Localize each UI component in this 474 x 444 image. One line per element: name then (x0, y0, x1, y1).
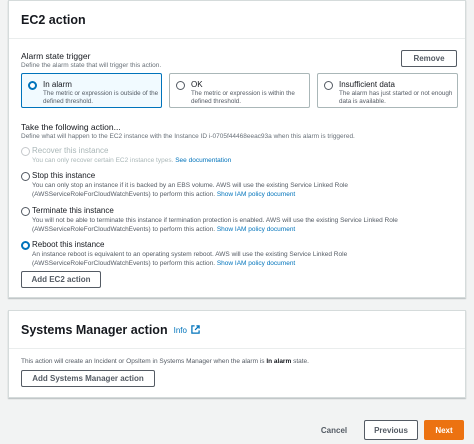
option-description: You can only recover certain EC2 instanc… (32, 157, 462, 166)
option-description-text: You will not be able to terminate this i… (32, 217, 398, 233)
take-action-description: Define what will happen to the EC2 insta… (21, 133, 355, 140)
option-description-text: You can only recover certain EC2 instanc… (32, 157, 174, 164)
remove-button[interactable]: Remove (401, 50, 457, 67)
option-stop-instance[interactable]: Stop this instance You can only stop an … (21, 171, 451, 201)
option-label: Reboot this instance (32, 240, 105, 249)
ec2-action-panel: EC2 action Alarm state trigger Define th… (8, 0, 466, 298)
terminate-radio[interactable] (21, 207, 30, 216)
tile-in-alarm[interactable]: In alarm The metric or expression is out… (21, 73, 162, 108)
alarm-state-trigger-description: Define the alarm state that will trigger… (21, 62, 162, 69)
systems-manager-header: Systems Manager action Info (9, 311, 465, 349)
show-iam-policy-link[interactable]: Show IAM policy document (217, 226, 295, 233)
tile-label: Insufficient data (339, 80, 395, 89)
ssm-description-suffix: state. (293, 358, 309, 365)
in-alarm-radio[interactable] (28, 81, 37, 90)
option-description: An instance reboot is equivalent to an o… (32, 251, 462, 269)
option-label: Terminate this instance (32, 206, 114, 215)
systems-manager-panel: Systems Manager action Info This action … (8, 310, 466, 398)
tile-description: The metric or expression is within the d… (191, 90, 295, 106)
option-reboot-instance[interactable]: Reboot this instance An instance reboot … (21, 240, 451, 270)
ssm-description-state: In alarm (266, 358, 292, 365)
systems-manager-description: This action will create an Incident or O… (21, 358, 309, 365)
recover-radio (21, 147, 30, 156)
option-terminate-instance[interactable]: Terminate this instance You will not be … (21, 206, 451, 236)
alarm-state-trigger-label: Alarm state trigger (21, 51, 91, 61)
stop-radio[interactable] (21, 172, 30, 181)
tile-description: The metric or expression is outside of t… (43, 90, 159, 106)
info-link-label: Info (173, 325, 187, 335)
info-link[interactable]: Info (173, 324, 201, 335)
ok-radio[interactable] (176, 81, 185, 90)
show-iam-policy-link[interactable]: Show IAM policy document (217, 191, 295, 198)
insufficient-data-radio[interactable] (324, 81, 333, 90)
ssm-description-prefix: This action will create an Incident or O… (21, 358, 265, 365)
option-label: Stop this instance (32, 171, 96, 180)
option-description-text: You can only stop an instance if it is b… (32, 182, 349, 198)
option-description-text: An instance reboot is equivalent to an o… (32, 251, 348, 267)
option-description: You will not be able to terminate this i… (32, 217, 462, 235)
tile-label: In alarm (43, 80, 72, 89)
ec2-action-header: EC2 action (9, 1, 465, 39)
reboot-radio[interactable] (21, 241, 30, 250)
ec2-action-title: EC2 action (21, 12, 86, 27)
tile-description: The alarm has just started or not enough… (339, 90, 453, 106)
show-iam-policy-link[interactable]: Show IAM policy document (217, 260, 295, 267)
cancel-button[interactable]: Cancel (319, 420, 349, 440)
take-action-label: Take the following action... (21, 122, 121, 132)
tile-ok[interactable]: OK The metric or expression is within th… (169, 73, 310, 108)
option-label: Recover this instance (32, 146, 109, 155)
next-button[interactable]: Next (424, 420, 464, 440)
external-link-icon (191, 324, 200, 334)
tile-insufficient-data[interactable]: Insufficient data The alarm has just sta… (317, 73, 458, 108)
systems-manager-title: Systems Manager action (21, 322, 168, 337)
add-systems-manager-action-button[interactable]: Add Systems Manager action (21, 370, 155, 387)
previous-button[interactable]: Previous (364, 420, 418, 440)
tile-label: OK (191, 80, 203, 89)
see-documentation-link[interactable]: See documentation (175, 157, 231, 164)
option-description: You can only stop an instance if it is b… (32, 182, 462, 200)
option-recover-instance: Recover this instance You can only recov… (21, 146, 451, 168)
add-ec2-action-button[interactable]: Add EC2 action (21, 271, 101, 288)
